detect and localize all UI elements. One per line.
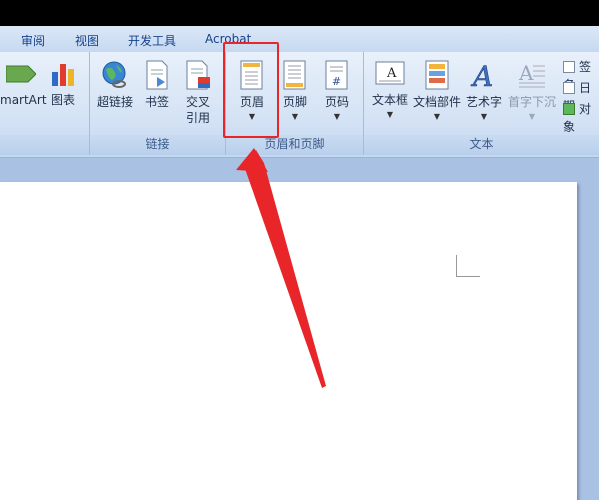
arrow-head xyxy=(236,148,268,172)
pointer-arrow xyxy=(236,148,326,388)
arrow-shaft xyxy=(244,150,326,388)
